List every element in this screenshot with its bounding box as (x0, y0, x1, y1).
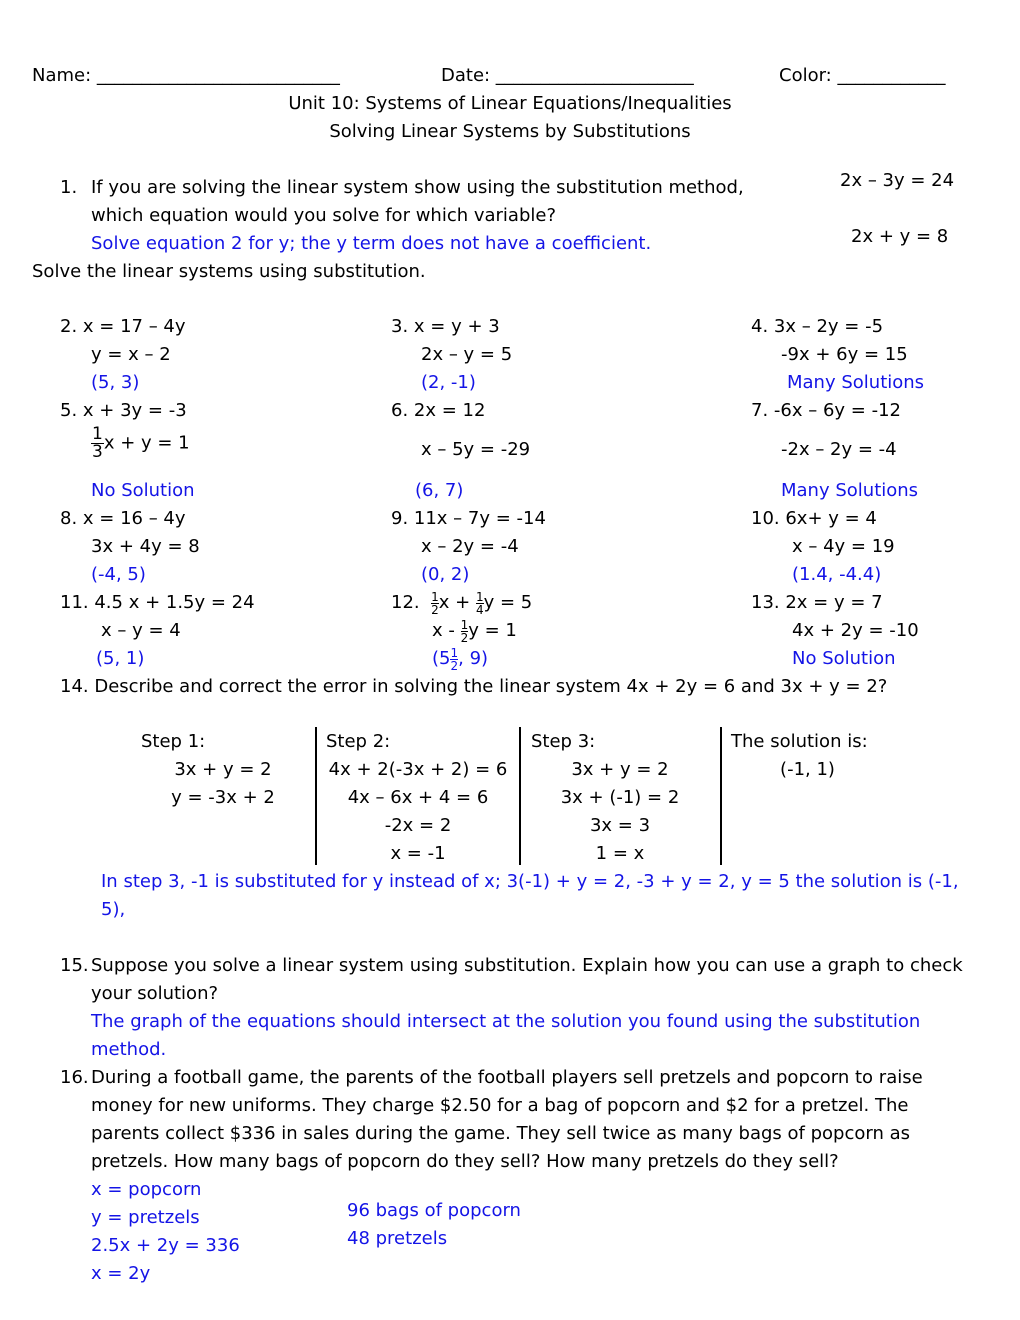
q16-result-popcorn: 96 bags of popcorn (347, 1200, 521, 1221)
one-quarter-fraction: 14 (475, 589, 484, 617)
q16-text-line: parents collect $336 in sales during the… (91, 1123, 910, 1144)
q1-equation-1: 2x – 3y = 24 (840, 170, 955, 191)
problem-4-eq1: 4. 3x – 2y = -5 (751, 316, 884, 337)
problem-10-eq1: 10. 6x+ y = 4 (751, 508, 877, 529)
problem-3-answer: (2, -1) (421, 372, 476, 393)
problem-2-eq2: y = x – 2 (91, 344, 171, 365)
instructions: Solve the linear systems using substitut… (32, 261, 426, 282)
step-3-title: Step 3: (531, 731, 596, 752)
q15-answer-line2: method. (91, 1039, 167, 1060)
one-half-fraction: 12 (431, 589, 439, 617)
q14-question: 14. Describe and correct the error in so… (60, 676, 888, 697)
q15-answer-line1: The graph of the equations should inters… (91, 1011, 921, 1032)
q1-text-line1: If you are solving the linear system sho… (91, 177, 744, 198)
problem-13-eq2: 4x + 2y = -10 (792, 620, 919, 641)
q15-text-line2: your solution? (91, 983, 219, 1004)
problem-5-eq2: 13x + y = 1 (91, 424, 190, 462)
q1-answer: Solve equation 2 for y; the y term does … (91, 233, 652, 254)
problem-13-eq1: 13. 2x = y = 7 (751, 592, 883, 613)
worksheet-subtitle: Solving Linear Systems by Substitutions (329, 121, 691, 142)
step-1-title: Step 1: (141, 731, 206, 752)
problem-12-eq1: 12. 12x + 14y = 5 (391, 589, 533, 617)
step-2-line: x = -1 (390, 843, 446, 864)
q1-text-line2: which equation would you solve for which… (91, 205, 557, 226)
q16-text-line: During a football game, the parents of t… (91, 1067, 923, 1088)
step-2-line: 4x – 6x + 4 = 6 (347, 787, 489, 808)
step-1-line: 3x + y = 2 (174, 759, 272, 780)
solution-title: The solution is: (731, 731, 868, 752)
q16-text-line: money for new uniforms. They charge $2.5… (91, 1095, 909, 1116)
q16-result-pretzels: 48 pretzels (347, 1228, 448, 1249)
problem-10-answer: (1.4, -4.4) (792, 564, 882, 585)
step-2-line: 4x + 2(-3x + 2) = 6 (328, 759, 508, 780)
q16-work-line: x = popcorn (91, 1179, 202, 1200)
problem-10-eq2: x – 4y = 19 (792, 536, 895, 557)
problem-13-answer: No Solution (792, 648, 896, 669)
step-3-line: 3x = 3 (589, 815, 651, 836)
q14-answer-line2: 5), (101, 899, 126, 920)
q15-text-line1: Suppose you solve a linear system using … (91, 955, 963, 976)
name-field-label: Name: ___________________________ (32, 65, 340, 86)
unit-title: Unit 10: Systems of Linear Equations/Ine… (288, 93, 732, 114)
problem-8-eq1: 8. x = 16 – 4y (60, 508, 186, 529)
q1-number: 1. (60, 177, 78, 198)
problem-12-eq2: x - 12y = 1 (432, 617, 517, 645)
step-1-line: y = -3x + 2 (171, 787, 275, 808)
q16-work-line: y = pretzels (91, 1207, 200, 1228)
problem-6-eq1: 6. 2x = 12 (391, 400, 486, 421)
date-field-label: Date: ______________________ (441, 65, 694, 86)
solution-value: (-1, 1) (780, 759, 835, 780)
problem-11-answer: (5, 1) (96, 648, 145, 669)
step-3-line: 1 = x (595, 843, 645, 864)
problem-3-eq1: 3. x = y + 3 (391, 316, 500, 337)
q15-number: 15. (60, 955, 89, 976)
step-3-line: 3x + y = 2 (571, 759, 669, 780)
problem-5-answer: No Solution (91, 480, 195, 501)
one-half-fraction: 12 (450, 645, 459, 673)
problem-4-eq2: -9x + 6y = 15 (781, 344, 908, 365)
problem-4-answer: Many Solutions (787, 372, 925, 393)
problem-6-answer: (6, 7) (415, 480, 464, 501)
problem-8-answer: (-4, 5) (91, 564, 146, 585)
problem-2-eq1: 2. x = 17 – 4y (60, 316, 186, 337)
q16-text-line: pretzels. How many bags of popcorn do th… (91, 1151, 839, 1172)
problem-3-eq2: 2x – y = 5 (421, 344, 513, 365)
step-2-line: -2x = 2 (384, 815, 452, 836)
problem-9-eq1: 9. 11x – 7y = -14 (391, 508, 546, 529)
step-3-line: 3x + (-1) = 2 (560, 787, 680, 808)
one-third-fraction: 13 (91, 424, 104, 462)
problem-12-answer: (5 1 2, 9) (432, 645, 489, 673)
q16-work-line: 2.5x + 2y = 336 (91, 1235, 240, 1256)
problem-11-eq1: 11. 4.5 x + 1.5y = 24 (60, 592, 255, 613)
problem-2-answer: (5, 3) (91, 372, 140, 393)
step-divider (519, 727, 521, 865)
q16-number: 16. (60, 1067, 89, 1088)
step-divider (315, 727, 317, 865)
step-2-title: Step 2: (326, 731, 391, 752)
problem-11-eq2: x – y = 4 (101, 620, 181, 641)
problem-7-eq2: -2x – 2y = -4 (781, 439, 897, 460)
q1-equation-2: 2x + y = 8 (851, 226, 949, 247)
problem-9-answer: (0, 2) (421, 564, 470, 585)
problem-7-eq1: 7. -6x – 6y = -12 (751, 400, 901, 421)
problem-5-eq1: 5. x + 3y = -3 (60, 400, 187, 421)
problem-7-answer: Many Solutions (781, 480, 919, 501)
problem-6-eq2: x – 5y = -29 (421, 439, 531, 460)
step-divider (720, 727, 722, 865)
color-field-label: Color: ____________ (779, 65, 946, 86)
problem-8-eq2: 3x + 4y = 8 (91, 536, 200, 557)
q14-answer-line1: In step 3, -1 is substituted for y inste… (101, 871, 959, 892)
problem-9-eq2: x – 2y = -4 (421, 536, 519, 557)
q16-work-line: x = 2y (91, 1263, 151, 1284)
